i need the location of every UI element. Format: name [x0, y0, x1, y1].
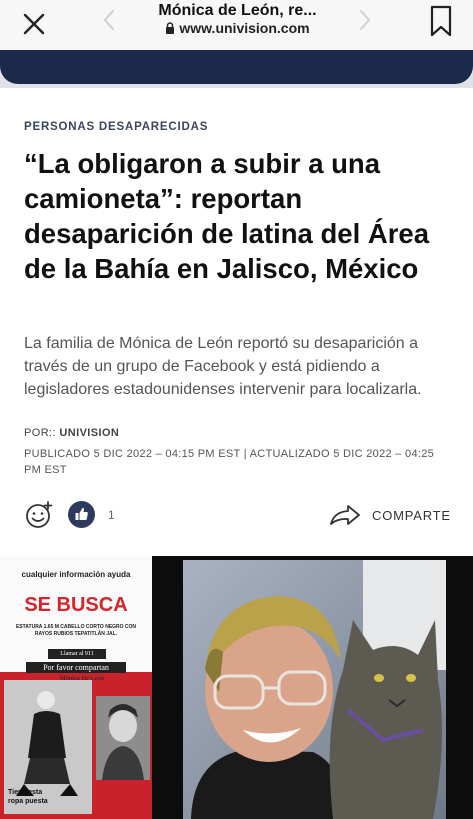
poster-top-text: cualquier información ayuda [21, 570, 131, 579]
poster-photo-face [96, 696, 150, 780]
article-headline: “La obligaron a subir a una camioneta”: … [24, 148, 430, 284]
poster-call-label: Llamar al 911 [48, 649, 106, 659]
article-image[interactable]: cualquier información ayuda SE BUSCA EST… [0, 556, 473, 819]
close-icon[interactable] [18, 8, 50, 40]
site-header-bar [0, 50, 473, 84]
page-title: Mónica de León, re... [158, 2, 317, 19]
share-button[interactable]: COMPARTE [372, 508, 451, 523]
poster-share-label: Por favor compartan [26, 662, 126, 673]
url-bar[interactable]: www.univision.com [130, 20, 345, 36]
byline: POR:: UNIVISION [24, 427, 119, 439]
share-arrow-icon[interactable] [329, 503, 361, 527]
add-reaction-icon[interactable] [24, 500, 54, 530]
poster-clothing-note: Tiene esta ropa puesta [8, 789, 48, 805]
article-summary: La familia de Mónica de León reportó su … [24, 335, 422, 398]
face-illustration [96, 696, 150, 780]
portrait-with-cat-illustration [183, 560, 446, 819]
byline-author[interactable]: UNIVISION [59, 427, 119, 439]
article-actions: 1 COMPARTE [0, 498, 473, 534]
chevron-left-icon[interactable] [98, 8, 122, 32]
browser-toolbar: Mónica de León, re... www.univision.com [0, 0, 473, 50]
poster-description: ESTATURA 1.65 M CABELLO CORTO NEGRO CON … [15, 624, 137, 637]
bookmark-icon[interactable] [428, 4, 454, 38]
like-count: 1 [108, 508, 115, 522]
publish-dates: PUBLICADO 5 DIC 2022 – 04:15 PM EST | AC… [24, 448, 435, 476]
portrait-photo [183, 560, 446, 819]
chevron-right-icon[interactable] [352, 8, 376, 32]
poster-headline: SE BUSCA [24, 594, 128, 616]
byline-prefix: POR:: [24, 427, 56, 439]
site-header-band [0, 50, 473, 88]
article-category[interactable]: PERSONAS DESAPARECIDAS [24, 121, 208, 133]
thumbs-up-icon [75, 507, 88, 520]
lock-icon [166, 22, 175, 34]
like-button[interactable] [68, 501, 95, 528]
missing-person-poster: cualquier información ayuda SE BUSCA EST… [0, 556, 152, 819]
url-text: www.univision.com [179, 20, 310, 36]
